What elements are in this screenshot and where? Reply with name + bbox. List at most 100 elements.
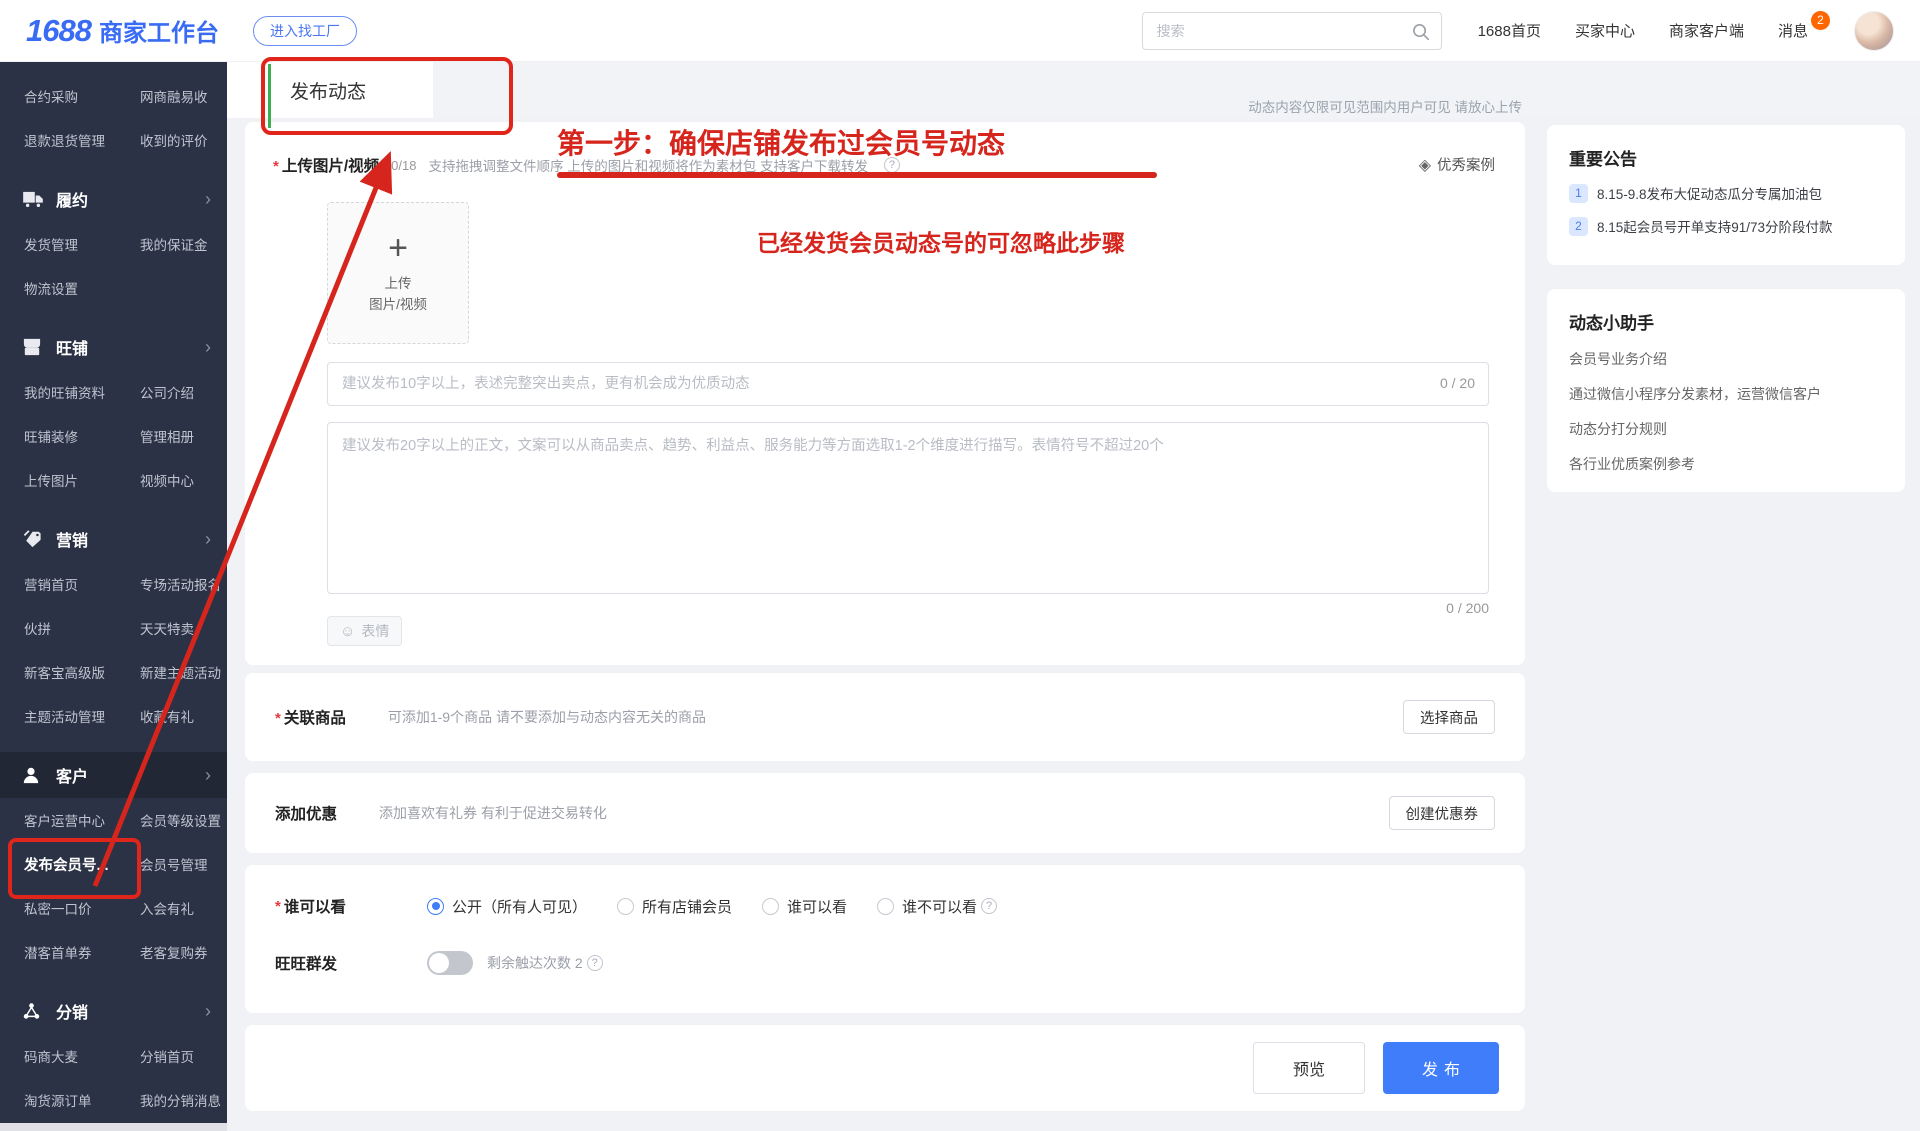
assistant-link-scoring-rules[interactable]: 动态分打分规则 — [1569, 419, 1883, 439]
sidebar-item-shop-decoration[interactable]: 旺铺装修 — [24, 426, 140, 446]
network-icon — [22, 1002, 44, 1020]
assistant-link-industry-cases[interactable]: 各行业优质案例参考 — [1569, 454, 1883, 474]
required-mark: * — [275, 710, 281, 727]
sidebar-item-prospect-first-order-coupon[interactable]: 潜客首单券 — [24, 942, 140, 962]
visibility-row: *谁可以看 公开（所有人可见） 所有店铺会员 谁可以看 谁不可以看 ? — [275, 895, 1027, 917]
sidebar-item-repeat-customer-coupon[interactable]: 老客复购券 — [140, 942, 227, 962]
assistant-link-wechat-distribute[interactable]: 通过微信小程序分发素材，运营微信客户 — [1569, 384, 1883, 404]
sidebar-row: 潜客首单券 老客复购券 — [0, 930, 227, 974]
sidebar-item-wangshang-finance[interactable]: 网商融易收 — [140, 86, 227, 106]
sidebar-item-company-intro[interactable]: 公司介绍 — [140, 382, 227, 402]
announcement-item[interactable]: 2 8.15起会员号开单支持91/73分阶段付款 — [1569, 216, 1883, 236]
sidebar-section-label: 营销 — [56, 527, 88, 551]
post-title-input[interactable] — [327, 362, 1489, 406]
sidebar-item-distribution-home[interactable]: 分销首页 — [140, 1046, 227, 1066]
upload-media-button[interactable]: + 上传图片/视频 — [327, 202, 469, 344]
nav-merchant-client[interactable]: 商家客户端 — [1669, 20, 1744, 41]
radio-who-cannot-see[interactable]: 谁不可以看 ? — [877, 896, 997, 917]
add-coupon-card: 添加优惠 添加喜欢有礼券 有利于促进交易转化 创建优惠券 — [245, 773, 1525, 853]
enter-factory-button[interactable]: 进入找工厂 — [253, 16, 357, 46]
store-icon — [22, 338, 44, 356]
assistant-title: 动态小助手 — [1569, 309, 1883, 334]
publish-button[interactable]: 发布 — [1383, 1042, 1499, 1094]
upload-hint: 支持拖拽调整文件顺序 上传的图片和视频将作为素材包 支持客户下载转发 — [428, 155, 868, 175]
logo-workbench-label[interactable]: 商家工作台 — [99, 13, 219, 48]
sidebar-item-my-deposit[interactable]: 我的保证金 — [140, 234, 227, 254]
search-icon[interactable] — [1411, 22, 1430, 46]
sidebar-item-member-level-settings[interactable]: 会员等级设置 — [140, 810, 227, 830]
nav-buyer-center[interactable]: 买家中心 — [1575, 20, 1635, 41]
sidebar-item-shipping-management[interactable]: 发货管理 — [24, 234, 140, 254]
header-nav: 1688首页 买家中心 商家客户端 消息 2 — [1478, 20, 1808, 41]
sidebar-section-shop[interactable]: 旺铺 › — [0, 324, 227, 370]
sidebar-item-daily-deals[interactable]: 天天特卖 — [140, 618, 227, 638]
announcement-item[interactable]: 1 8.15-9.8发布大促动态瓜分专属加油包 — [1569, 183, 1883, 203]
sidebar-item-my-distribution-messages[interactable]: 我的分销消息 — [140, 1090, 227, 1110]
help-icon[interactable]: ? — [981, 898, 997, 914]
wangwang-broadcast-toggle[interactable] — [427, 951, 473, 975]
radio-public[interactable]: 公开（所有人可见） — [427, 896, 587, 917]
sidebar-item-huopin[interactable]: 伙拼 — [24, 618, 140, 638]
nav-messages[interactable]: 消息 2 — [1778, 20, 1808, 41]
announcements-title: 重要公告 — [1569, 145, 1883, 170]
sidebar-row: 合约采购 网商融易收 — [0, 74, 227, 118]
sidebar-item-album-management[interactable]: 管理相册 — [140, 426, 227, 446]
radio-all-shop-members[interactable]: 所有店铺会员 — [617, 896, 732, 917]
excellent-cases-link[interactable]: ◈ 优秀案例 — [1419, 154, 1495, 175]
select-products-button[interactable]: 选择商品 — [1403, 700, 1495, 734]
help-icon[interactable]: ? — [587, 955, 603, 971]
sidebar-item-mashang-damai[interactable]: 码商大麦 — [24, 1046, 140, 1066]
sidebar-row: 主题活动管理 收藏有礼 — [0, 694, 227, 738]
sidebar-item-logistics-settings[interactable]: 物流设置 — [24, 278, 140, 298]
sidebar-item-customer-operation-center[interactable]: 客户运营中心 — [24, 810, 140, 830]
sidebar-item-theme-activity-management[interactable]: 主题活动管理 — [24, 706, 140, 726]
sidebar-row: 码商大麦 分销首页 — [0, 1034, 227, 1078]
help-icon[interactable]: ? — [884, 157, 900, 173]
sidebar-section-fulfillment[interactable]: 履约 › — [0, 176, 227, 222]
radio-label: 所有店铺会员 — [642, 896, 732, 917]
sidebar-item-taohuoyuan-orders[interactable]: 淘货源订单 — [24, 1090, 140, 1110]
sidebar-item-upload-images[interactable]: 上传图片 — [24, 470, 140, 490]
sidebar-item-my-shop-profile[interactable]: 我的旺铺资料 — [24, 382, 140, 402]
title-char-counter: 0 / 20 — [1440, 375, 1475, 391]
avatar[interactable] — [1854, 11, 1894, 51]
sidebar-scrollbar[interactable] — [0, 1123, 227, 1131]
sidebar-item-member-account-management[interactable]: 会员号管理 — [140, 854, 227, 874]
sidebar-row: 物流设置 — [0, 266, 227, 310]
search-input[interactable] — [1142, 12, 1442, 50]
sidebar-item-publish-member-post[interactable]: 发布会员号... — [24, 854, 140, 875]
sidebar-item-new-theme-activity[interactable]: 新建主题活动 — [140, 662, 227, 682]
sidebar-row: 发布会员号... 会员号管理 — [0, 842, 227, 886]
top-header: 1688 商家工作台 进入找工厂 1688首页 买家中心 商家客户端 消息 2 — [0, 0, 1920, 62]
sidebar-item-join-gift[interactable]: 入会有礼 — [140, 898, 227, 918]
sidebar-item-xinkebao-premium[interactable]: 新客宝高级版 — [24, 662, 140, 682]
preview-button[interactable]: 预览 — [1253, 1042, 1365, 1094]
sidebar-section-customers[interactable]: 客户 › — [0, 752, 227, 798]
create-coupon-button[interactable]: 创建优惠券 — [1389, 796, 1496, 830]
radio-label: 公开（所有人可见） — [452, 896, 587, 917]
announcement-number-badge: 2 — [1569, 217, 1588, 236]
nav-1688-home[interactable]: 1688首页 — [1478, 20, 1541, 41]
sidebar-item-video-center[interactable]: 视频中心 — [140, 470, 227, 490]
sidebar-item-marketing-home[interactable]: 营销首页 — [24, 574, 140, 594]
sidebar-item-refund-management[interactable]: 退款退货管理 — [24, 130, 140, 150]
sidebar-item-favorite-gift[interactable]: 收藏有礼 — [140, 706, 227, 726]
sidebar-row: 我的旺铺资料 公司介绍 — [0, 370, 227, 414]
sidebar-section-distribution[interactable]: 分销 › — [0, 988, 227, 1034]
logo-1688[interactable]: 1688 — [26, 13, 91, 49]
post-content-textarea[interactable] — [327, 422, 1489, 594]
sidebar-item-contract-purchase[interactable]: 合约采购 — [24, 86, 140, 106]
chevron-right-icon: › — [205, 765, 211, 786]
sidebar-row: 伙拼 天天特卖 — [0, 606, 227, 650]
assistant-link-member-intro[interactable]: 会员号业务介绍 — [1569, 349, 1883, 369]
sidebar-item-event-signup[interactable]: 专场活动报名 — [140, 574, 227, 594]
sidebar-section-marketing[interactable]: 营销 › — [0, 516, 227, 562]
radio-icon — [877, 898, 894, 915]
emoji-button[interactable]: ☺ 表情 — [327, 616, 402, 646]
broadcast-row: 旺旺群发 剩余触达次数 2? — [275, 951, 603, 975]
add-coupon-label: 添加优惠 — [275, 802, 337, 824]
sidebar-item-private-price[interactable]: 私密一口价 — [24, 898, 140, 918]
radio-who-can-see[interactable]: 谁可以看 — [762, 896, 847, 917]
merchant-workbench-screen: 1688 商家工作台 进入找工厂 1688首页 买家中心 商家客户端 消息 2 … — [0, 0, 1920, 1131]
sidebar-item-received-reviews[interactable]: 收到的评价 — [140, 130, 227, 150]
